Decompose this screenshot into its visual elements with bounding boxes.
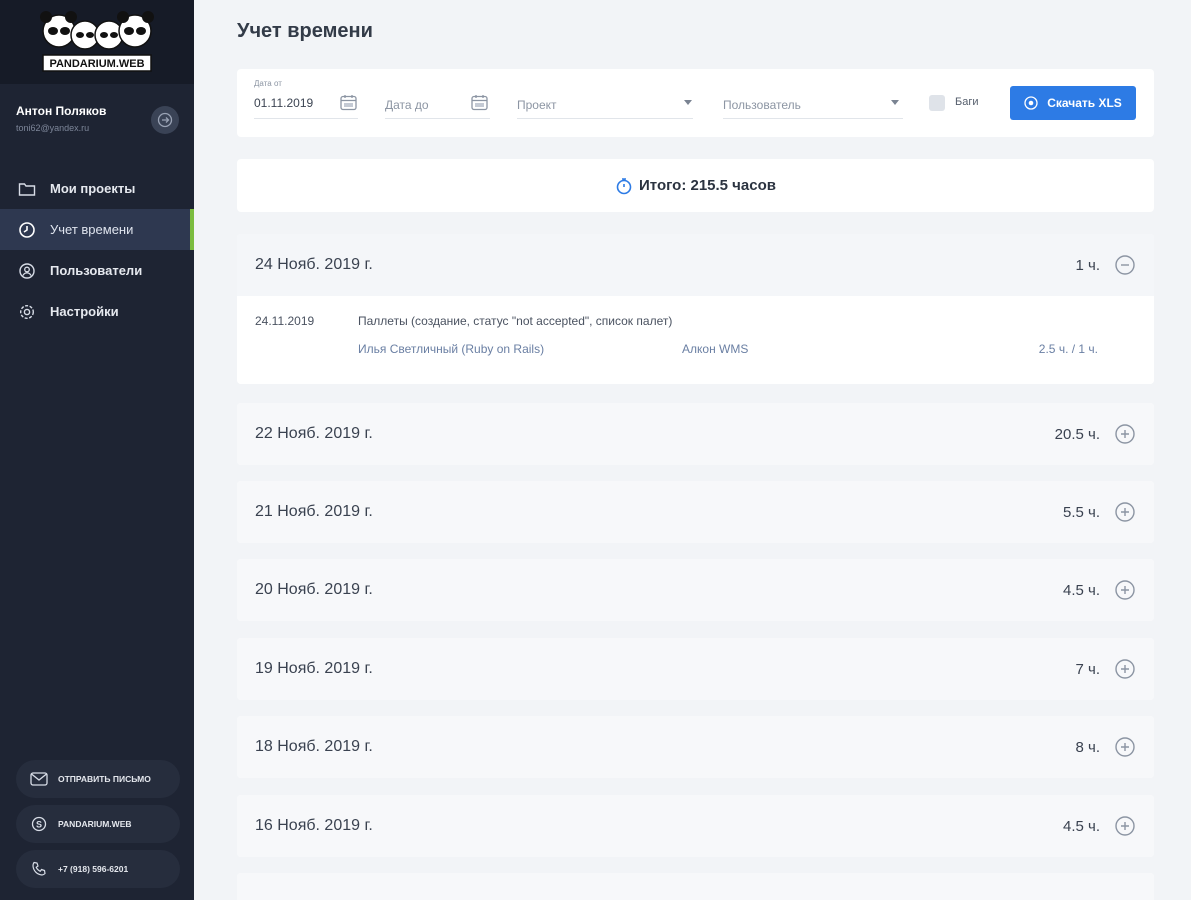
page-title: Учет времени	[237, 20, 373, 42]
contact-links: ОТПРАВИТЬ ПИСЬМО S PANDARIUM.WEB +7 (918…	[16, 753, 180, 888]
day-date: 20 Нояб. 2019 г.	[255, 581, 373, 598]
entry-date: 24.11.2019	[255, 314, 315, 328]
day-date: 19 Нояб. 2019 г.	[255, 660, 373, 677]
date-to-placeholder: Дата до	[385, 98, 429, 112]
day-header[interactable]: 18 Нояб. 2019 г. 8 ч.	[237, 716, 1154, 778]
phone-icon	[30, 860, 48, 878]
entry-project[interactable]: Алкон WMS	[682, 342, 748, 356]
logout-button[interactable]	[151, 106, 179, 134]
day-hours: 4.5 ч.	[1062, 817, 1100, 835]
day-date: 24 Нояб. 2019 г.	[255, 256, 373, 273]
sidebar-item-users[interactable]: Пользователи	[0, 250, 194, 291]
brand-logo[interactable]: PANDARIUM.WEB	[37, 9, 157, 75]
sidebar-item-settings[interactable]: Настройки	[0, 291, 194, 332]
time-entry: 24.11.2019 Паллеты (создание, статус "no…	[237, 296, 1154, 384]
project-placeholder: Проект	[517, 98, 557, 112]
filter-bar: Дата от 01.11.2019 Дата до Проект Пользо…	[237, 69, 1154, 137]
day-hours: 20.5 ч.	[1054, 425, 1100, 443]
day-group: 22 Нояб. 2019 г. 20.5 ч.	[237, 403, 1154, 465]
total-label: Итого: 215.5 часов	[639, 177, 776, 194]
skype-link[interactable]: S PANDARIUM.WEB	[16, 805, 180, 843]
day-group: 21 Нояб. 2019 г. 5.5 ч.	[237, 481, 1154, 543]
bugs-checkbox[interactable]	[929, 95, 945, 111]
user-select[interactable]: Пользователь	[723, 79, 903, 119]
day-hours: 7 ч.	[1075, 660, 1101, 678]
stopwatch-icon	[615, 177, 633, 195]
calendar-icon[interactable]	[471, 94, 488, 111]
calendar-icon[interactable]	[340, 94, 357, 111]
date-to-field[interactable]: Дата до	[385, 79, 490, 119]
folder-icon	[17, 179, 37, 199]
expand-icon[interactable]	[1114, 658, 1136, 680]
date-from-label: Дата от	[254, 79, 282, 88]
entry-user[interactable]: Илья Светличный (Ruby on Rails)	[358, 342, 544, 356]
day-header[interactable]: 20 Нояб. 2019 г. 4.5 ч.	[237, 559, 1154, 621]
day-group: 20 Нояб. 2019 г. 4.5 ч.	[237, 559, 1154, 621]
entry-time: 2.5 ч. / 1 ч.	[1038, 342, 1098, 356]
day-hours: 5.5 ч.	[1062, 503, 1100, 521]
day-header[interactable]: 19 Нояб. 2019 г. 7 ч.	[237, 638, 1154, 700]
day-date: 18 Нояб. 2019 г.	[255, 738, 373, 755]
date-from-value: 01.11.2019	[254, 96, 314, 110]
sidebar-item-label: Мои проекты	[50, 181, 136, 196]
chevron-down-icon	[891, 100, 899, 105]
day-group: 24 Нояб. 2019 г. 1 ч. 24.11.2019 Паллеты…	[237, 234, 1154, 384]
day-header[interactable]: 24 Нояб. 2019 г. 1 ч.	[237, 234, 1154, 296]
skype-label: PANDARIUM.WEB	[58, 819, 132, 829]
day-header[interactable]: 21 Нояб. 2019 г. 5.5 ч.	[237, 481, 1154, 543]
download-xls-label: Скачать XLS	[1047, 96, 1122, 110]
expand-icon[interactable]	[1114, 501, 1136, 523]
phone-link[interactable]: +7 (918) 596-6201	[16, 850, 180, 888]
chevron-down-icon	[684, 100, 692, 105]
timer-icon	[17, 220, 37, 240]
expand-icon[interactable]	[1114, 736, 1136, 758]
day-header[interactable]: 22 Нояб. 2019 г. 20.5 ч.	[237, 403, 1154, 465]
user-placeholder: Пользователь	[723, 98, 801, 112]
exit-icon	[157, 112, 173, 128]
download-icon	[1024, 96, 1038, 110]
download-xls-button[interactable]: Скачать XLS	[1010, 86, 1136, 120]
user-icon	[17, 261, 37, 281]
sidebar-item-time-tracking[interactable]: Учет времени	[0, 209, 194, 250]
send-mail-label: ОТПРАВИТЬ ПИСЬМО	[58, 774, 151, 784]
day-date: 16 Нояб. 2019 г.	[255, 817, 373, 834]
day-group: 16 Нояб. 2019 г. 4.5 ч.	[237, 795, 1154, 857]
gear-icon	[17, 302, 37, 322]
send-mail-link[interactable]: ОТПРАВИТЬ ПИСЬМО	[16, 760, 180, 798]
project-select[interactable]: Проект	[517, 79, 693, 119]
svg-text:S: S	[36, 820, 42, 830]
sidebar-item-label: Настройки	[50, 304, 119, 319]
collapse-icon[interactable]	[1114, 254, 1136, 276]
phone-label: +7 (918) 596-6201	[58, 864, 129, 874]
day-date: 22 Нояб. 2019 г.	[255, 425, 373, 442]
mail-icon	[30, 770, 48, 788]
entry-task[interactable]: Паллеты (создание, статус "not accepted"…	[358, 314, 672, 328]
sidebar-item-label: Учет времени	[50, 222, 134, 237]
sidebar-item-my-projects[interactable]: Мои проекты	[0, 168, 194, 209]
day-group: 19 Нояб. 2019 г. 7 ч.	[237, 638, 1154, 700]
day-header[interactable]: 16 Нояб. 2019 г. 4.5 ч.	[237, 795, 1154, 857]
day-hours: 8 ч.	[1075, 738, 1101, 756]
bugs-label: Баги	[955, 96, 979, 108]
expand-icon[interactable]	[1114, 579, 1136, 601]
logo-text: PANDARIUM.WEB	[49, 58, 144, 70]
expand-icon[interactable]	[1114, 423, 1136, 445]
date-from-field[interactable]: Дата от 01.11.2019	[254, 79, 358, 119]
logo-area: PANDARIUM.WEB	[0, 0, 194, 84]
total-summary: Итого: 215.5 часов	[237, 159, 1154, 212]
sidebar-nav: Мои проекты Учет времени Пользователи На…	[0, 168, 194, 332]
day-group: 18 Нояб. 2019 г. 8 ч.	[237, 716, 1154, 778]
sidebar: PANDARIUM.WEB Антон Поляков toni62@yande…	[0, 0, 194, 900]
day-hours: 4.5 ч.	[1062, 581, 1100, 599]
day-group-partial	[237, 873, 1154, 900]
profile: Антон Поляков toni62@yandex.ru	[0, 84, 194, 160]
skype-icon: S	[30, 815, 48, 833]
sidebar-item-label: Пользователи	[50, 263, 143, 278]
day-date: 21 Нояб. 2019 г.	[255, 503, 373, 520]
day-header[interactable]	[237, 873, 1154, 900]
day-hours: 1 ч.	[1075, 256, 1101, 274]
expand-icon[interactable]	[1114, 815, 1136, 837]
